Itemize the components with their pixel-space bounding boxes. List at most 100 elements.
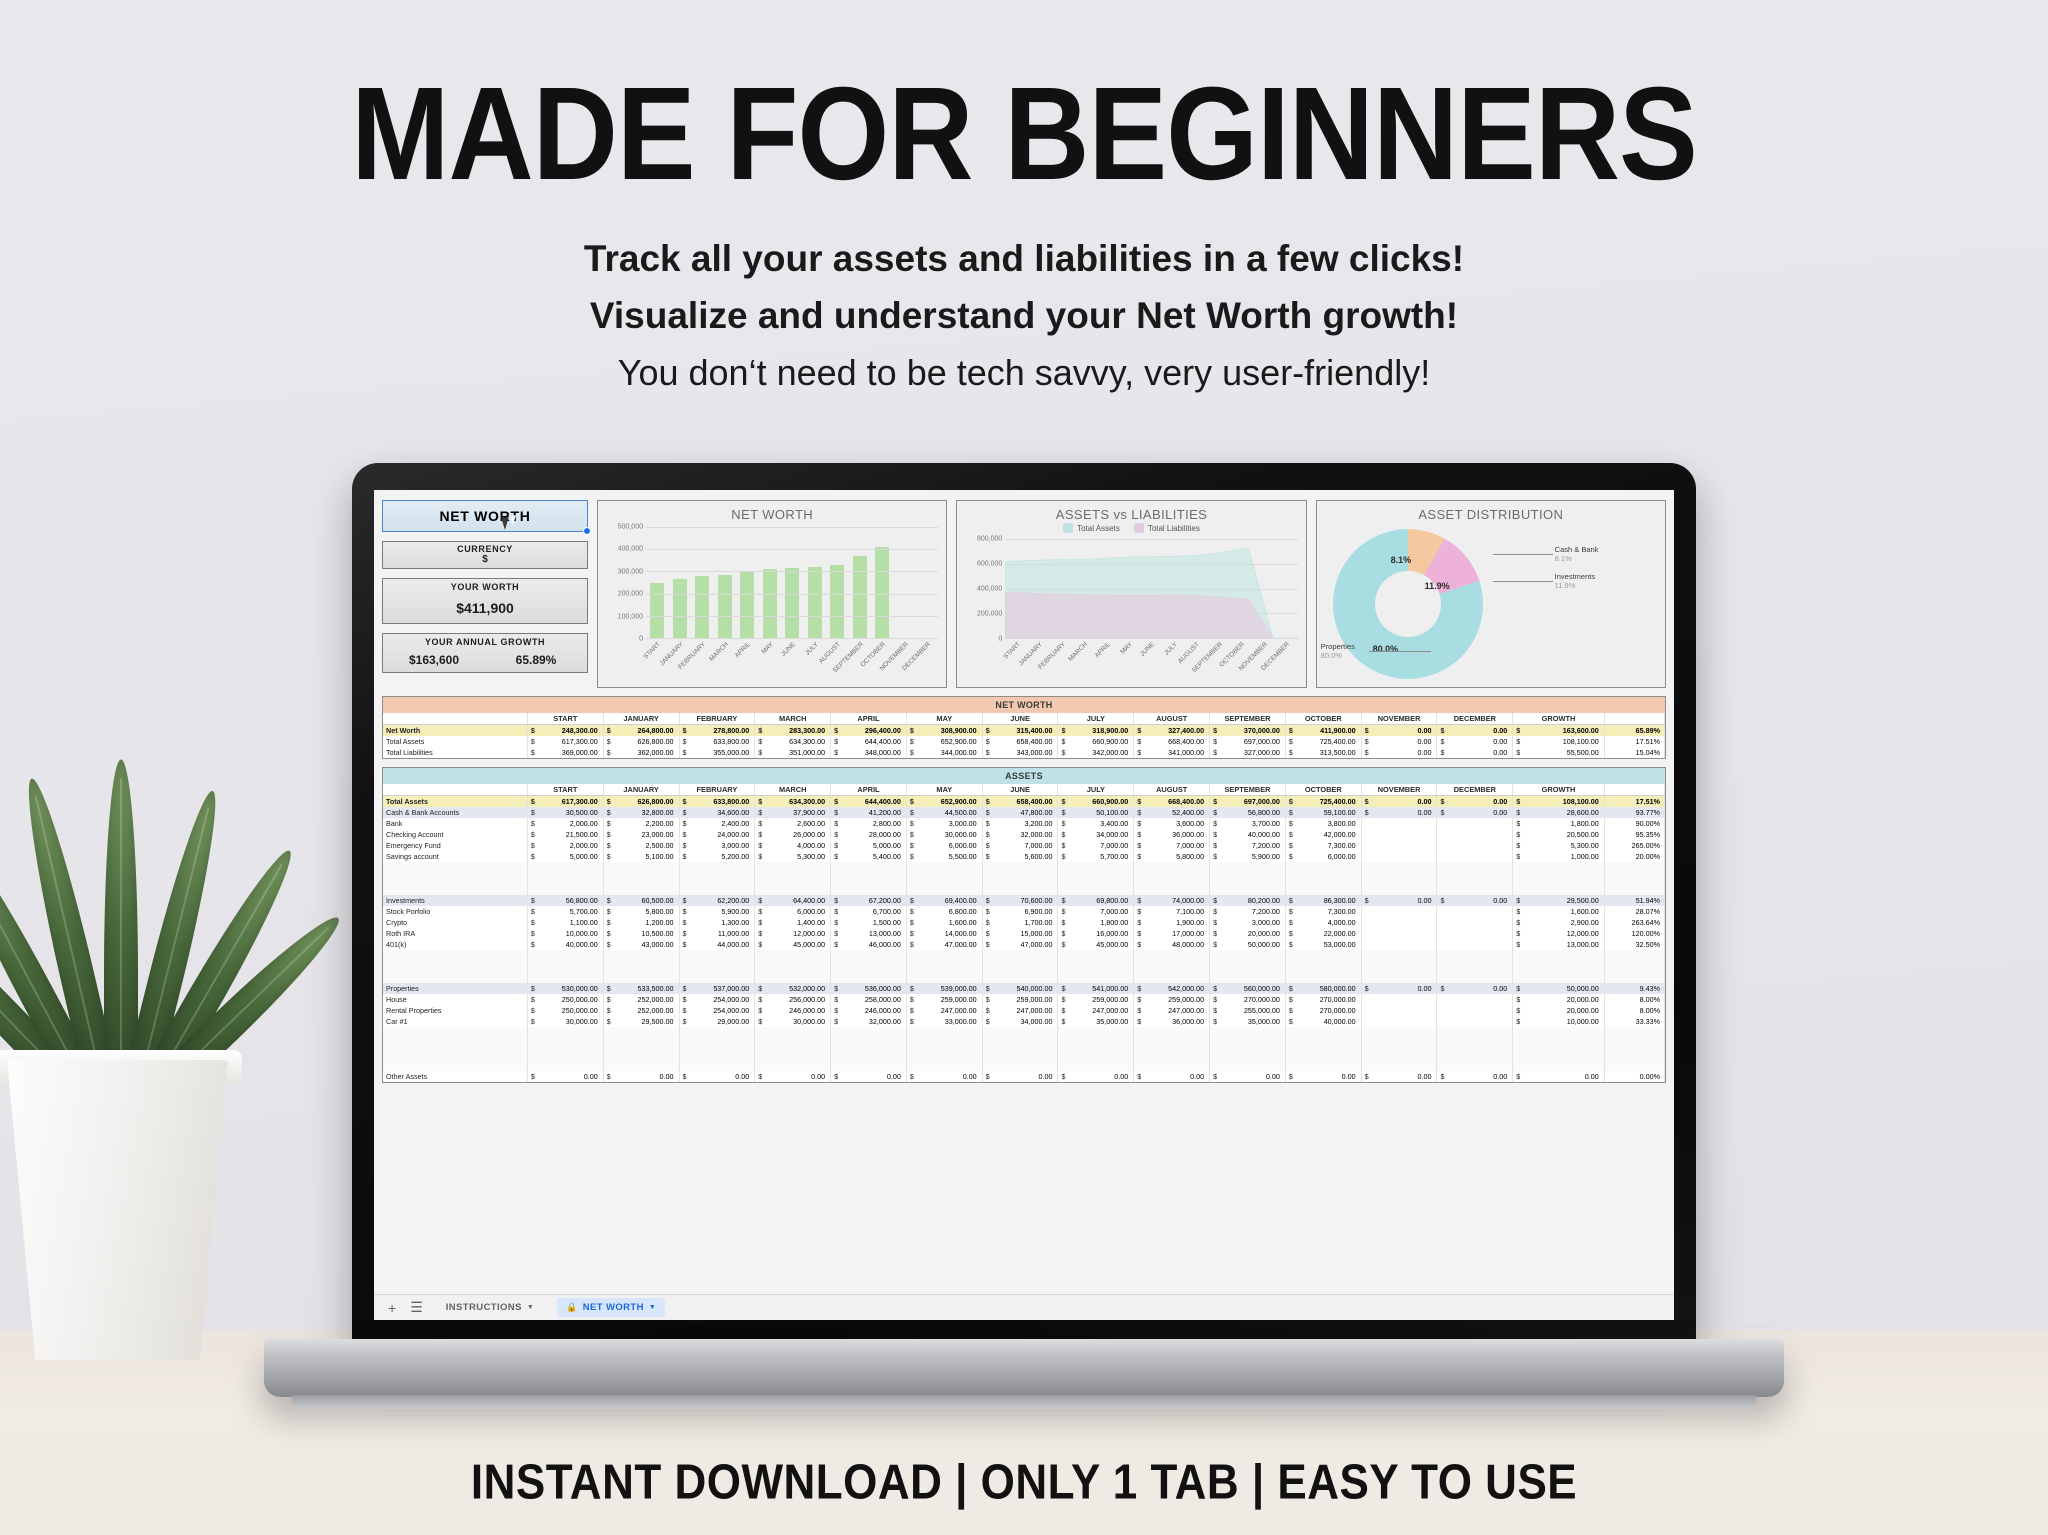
table-cell[interactable]: $344,000.00 [906,747,983,758]
table-cell[interactable] [603,884,680,895]
table-cell[interactable] [830,862,907,873]
table-cell[interactable]: $5,800.00 [1133,851,1211,862]
table-cell[interactable]: $6,000.00 [906,840,983,851]
table-cell[interactable] [982,1049,1059,1060]
table-cell[interactable] [1361,851,1438,862]
table-cell[interactable] [1057,961,1135,972]
table-cell[interactable] [982,961,1059,972]
table-cell[interactable] [1285,1038,1362,1049]
table-cell[interactable] [1057,884,1135,895]
table-cell[interactable]: $3,600.00 [1133,818,1211,829]
table-cell[interactable]: $35,000.00 [1057,1016,1135,1027]
table-cell[interactable] [603,1060,680,1071]
table-cell[interactable] [1361,884,1438,895]
table-cell[interactable]: $248,300.00 [527,724,604,736]
table-cell[interactable]: $36,000.00 [1133,1016,1211,1027]
table-cell[interactable] [906,1049,983,1060]
table-cell[interactable]: $327,400.00 [1133,724,1211,736]
table-cell[interactable]: $3,800.00 [1285,818,1362,829]
table-cell[interactable] [982,884,1059,895]
table-cell[interactable] [1361,917,1438,928]
table-cell[interactable]: $1,800.00 [1057,917,1135,928]
table-cell[interactable]: $43,000.00 [603,939,680,950]
growth-percent-cell[interactable]: 32.50% [1604,939,1666,950]
table-cell[interactable] [1133,1027,1211,1038]
table-row[interactable]: House $250,000.00 $252,000.00 $254,000.00 $2… [383,994,1666,1005]
table-cell[interactable] [1361,1049,1438,1060]
table-cell[interactable]: $2,600.00 [754,818,832,829]
growth-cell[interactable]: $1,000.00 [1512,851,1605,862]
table-cell[interactable] [830,950,907,961]
table-cell[interactable]: $540,000.00 [982,983,1059,994]
table-cell[interactable]: $59,100.00 [1285,807,1362,818]
table-cell[interactable]: $36,000.00 [1133,829,1211,840]
table-cell[interactable] [1361,873,1438,884]
table-cell[interactable]: $7,200.00 [1209,906,1286,917]
table-row[interactable] [383,1027,1666,1038]
table-row[interactable]: Crypto $1,100.00 $1,200.00 $1,300.00 $1,400.… [383,917,1666,928]
table-cell[interactable] [1209,1038,1286,1049]
table-cell[interactable] [906,972,983,983]
growth-cell[interactable]: $1,800.00 [1512,818,1605,829]
table-cell[interactable]: $52,400.00 [1133,807,1211,818]
table-cell[interactable]: $40,000.00 [1285,1016,1362,1027]
table-cell[interactable]: $74,000.00 [1133,895,1211,906]
table-cell[interactable]: $250,000.00 [527,994,604,1005]
table-cell[interactable]: $29,000.00 [679,1016,756,1027]
growth-cell[interactable]: $28,600.00 [1512,807,1605,818]
table-cell[interactable]: $0.00 [1436,983,1514,994]
table-cell[interactable] [754,1060,832,1071]
table-cell[interactable] [754,862,832,873]
table-cell[interactable] [1436,972,1514,983]
table-cell[interactable]: $56,800.00 [1209,807,1286,818]
table-cell[interactable] [830,961,907,972]
table-cell[interactable] [1133,961,1211,972]
table-cell[interactable] [679,1049,756,1060]
sheet-tab-instructions[interactable]: INSTRUCTIONS ▼ [437,1298,543,1317]
table-cell[interactable]: $3,000.00 [906,818,983,829]
growth-cell[interactable] [1512,972,1605,983]
table-cell[interactable]: $246,000.00 [830,1005,907,1016]
table-cell[interactable] [527,950,604,961]
table-cell[interactable]: $660,900.00 [1057,795,1135,807]
table-cell[interactable]: $697,000.00 [1209,795,1286,807]
table-cell[interactable]: $5,000.00 [830,840,907,851]
table-cell[interactable]: $34,000.00 [982,1016,1059,1027]
table-row[interactable]: Bank $2,000.00 $2,200.00 $2,400.00 $2,600.00… [383,818,1666,829]
table-cell[interactable]: $0.00 [1361,983,1438,994]
table-cell[interactable]: $69,800.00 [1057,895,1135,906]
growth-cell[interactable]: $163,600.00 [1512,724,1605,736]
table-cell[interactable] [1436,818,1514,829]
growth-percent-cell[interactable] [1604,950,1666,961]
table-cell[interactable]: $5,200.00 [679,851,756,862]
growth-percent-cell[interactable]: 265.00% [1604,840,1666,851]
table-cell[interactable]: $315,400.00 [982,724,1059,736]
table-cell[interactable]: $4,000.00 [754,840,832,851]
growth-percent-cell[interactable]: 0.00% [1604,1071,1666,1082]
growth-percent-cell[interactable]: 95.35% [1604,829,1666,840]
table-cell[interactable]: $0.00 [1361,795,1438,807]
table-cell[interactable]: $530,000.00 [527,983,604,994]
table-cell[interactable] [1361,862,1438,873]
table-cell[interactable]: $542,000.00 [1133,983,1211,994]
table-cell[interactable]: $283,300.00 [754,724,832,736]
table-cell[interactable]: $533,500.00 [603,983,680,994]
sheet-tab-net-worth[interactable]: 🔒 NET WORTH ▼ [557,1298,666,1317]
table-cell[interactable]: $22,000.00 [1285,928,1362,939]
table-cell[interactable]: $1,200.00 [603,917,680,928]
table-cell[interactable]: $0.00 [1209,1071,1286,1082]
table-row[interactable]: Total Assets $617,300.00 $626,800.00 $633,8… [383,795,1666,807]
table-cell[interactable] [1285,950,1362,961]
table-cell[interactable]: $532,000.00 [754,983,832,994]
table-row[interactable]: Stock Porfolio $5,700.00 $5,800.00 $5,900.0… [383,906,1666,917]
table-cell[interactable] [1285,972,1362,983]
table-cell[interactable] [1436,1027,1514,1038]
table-cell[interactable] [1361,972,1438,983]
table-cell[interactable] [1057,862,1135,873]
table-cell[interactable] [603,1038,680,1049]
table-cell[interactable]: $0.00 [1285,1071,1362,1082]
growth-cell[interactable] [1512,1049,1605,1060]
growth-percent-cell[interactable]: 8.00% [1604,1005,1666,1016]
growth-percent-cell[interactable] [1604,1038,1666,1049]
table-cell[interactable]: $13,000.00 [830,928,907,939]
